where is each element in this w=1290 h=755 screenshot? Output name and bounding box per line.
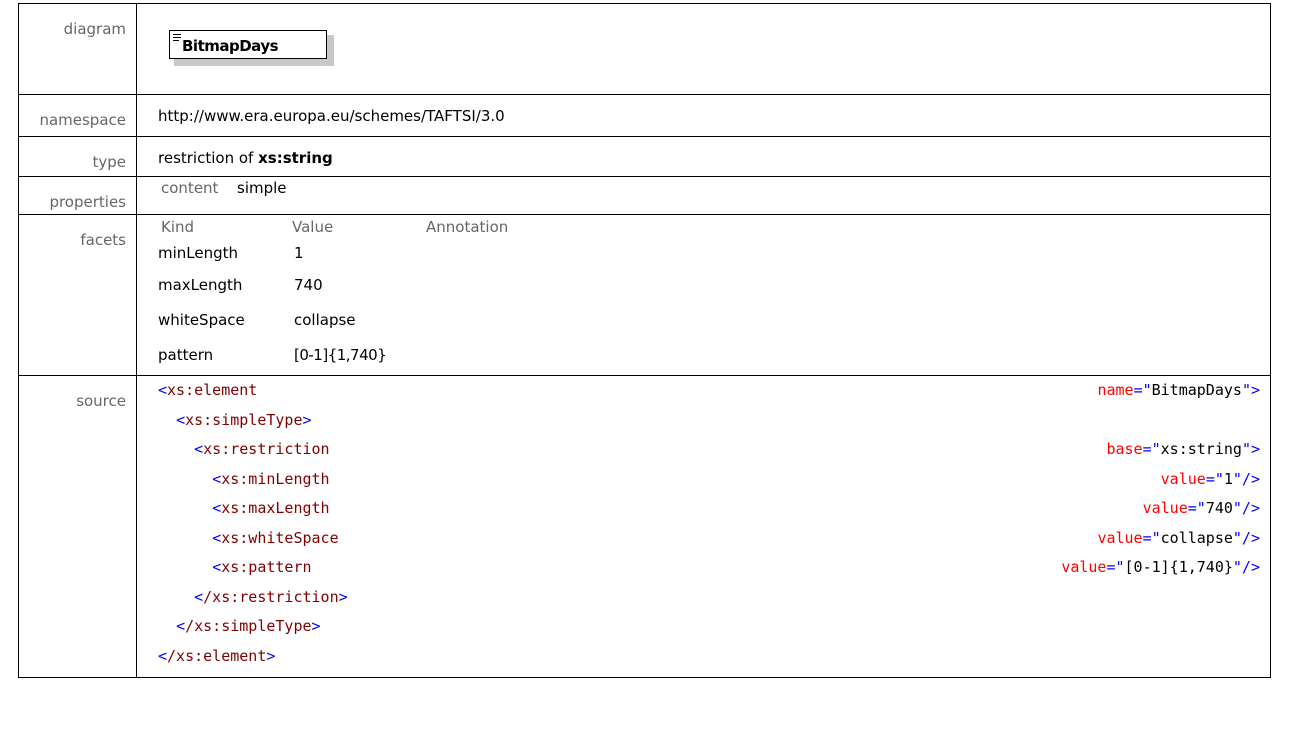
source-tag: <xs:whiteSpace — [212, 528, 339, 547]
source-line: <xs:simpleType> — [158, 406, 1270, 436]
property-key: content — [161, 179, 219, 197]
element-diagram[interactable]: BitmapDays — [169, 30, 339, 66]
source-line: </xs:element> — [158, 642, 1270, 672]
properties-label: properties — [18, 176, 137, 215]
facet-value: [0-1]{1,740} — [294, 346, 387, 364]
diagram-row: diagram BitmapDays — [18, 3, 1271, 95]
facets-cell: Kind Value Annotation minLength 1 maxLen… — [136, 214, 1271, 376]
source-line: <xs:pattern value="[0-1]{1,740}"/> — [158, 553, 1270, 583]
facets-header: Kind Value Annotation — [158, 215, 1270, 238]
element-lines-icon — [173, 34, 181, 43]
source-attribute: value="collapse"/> — [1097, 528, 1260, 547]
facet-value: 1 — [294, 244, 304, 262]
element-name: BitmapDays — [182, 37, 279, 55]
type-row: type restriction of xs:string — [18, 136, 1271, 177]
source-tag: <xs:restriction — [194, 440, 330, 458]
type-prefix: restriction of — [158, 149, 254, 167]
source-line: <xs:element name="BitmapDays"> — [158, 376, 1270, 406]
source-line: </xs:restriction> — [158, 583, 1270, 613]
schema-doc-table: diagram BitmapDays namespace http://www.… — [18, 3, 1271, 678]
source-tag: <xs:maxLength — [212, 499, 330, 517]
source-attribute: name="BitmapDays"> — [1097, 381, 1260, 399]
properties-cell: content simple — [136, 176, 1271, 215]
source-attribute: value="740"/> — [1142, 499, 1260, 517]
source-line: </xs:simpleType> — [158, 612, 1270, 642]
source-label: source — [18, 375, 137, 678]
facets-header-kind: Kind — [161, 218, 195, 236]
source-tag: </xs:simpleType> — [176, 617, 321, 635]
source-tag: <xs:simpleType> — [176, 410, 312, 429]
source-attribute: value="[0-1]{1,740}"/> — [1061, 558, 1260, 576]
source-row: source <xs:element name="BitmapDays"> <xs… — [18, 375, 1271, 678]
facet-value: collapse — [294, 311, 356, 329]
facets-label: facets — [18, 214, 137, 376]
namespace-row: namespace http://www.era.europa.eu/schem… — [18, 94, 1271, 137]
source-attribute: base="xs:string"> — [1106, 440, 1260, 458]
type-value: restriction of xs:string — [136, 136, 1271, 177]
type-base[interactable]: xs:string — [258, 149, 333, 167]
facets-header-annotation: Annotation — [426, 218, 509, 236]
facets-row: facets Kind Value Annotation minLength 1… — [18, 214, 1271, 376]
diagram-cell: BitmapDays — [136, 3, 1271, 95]
source-line: <xs:whiteSpace value="collapse"/> — [158, 524, 1270, 554]
source-tag: <xs:element — [158, 381, 258, 399]
diagram-label: diagram — [18, 3, 137, 95]
facet-row: minLength 1 — [158, 238, 1270, 270]
facet-row: whiteSpace collapse — [158, 305, 1270, 340]
type-label: type — [18, 136, 137, 177]
source-tag: </xs:element> — [158, 646, 276, 665]
facet-value: 740 — [294, 276, 323, 294]
namespace-label: namespace — [18, 94, 137, 137]
source-attribute: value="1"/> — [1160, 469, 1260, 488]
facet-kind: whiteSpace — [158, 311, 245, 329]
facet-kind: maxLength — [158, 276, 243, 294]
facet-kind: minLength — [158, 244, 239, 262]
source-lines: <xs:element name="BitmapDays"> <xs:simple… — [158, 376, 1270, 671]
source-tag: <xs:minLength — [212, 469, 330, 488]
source-code: <xs:element name="BitmapDays"> <xs:simple… — [136, 375, 1271, 678]
source-line: <xs:maxLength value="740"/> — [158, 494, 1270, 524]
source-tag: <xs:pattern — [212, 558, 312, 576]
facets-header-value: Value — [292, 218, 334, 236]
namespace-value: http://www.era.europa.eu/schemes/TAFTSI/… — [136, 94, 1271, 137]
source-tag: </xs:restriction> — [194, 587, 348, 606]
source-line: <xs:minLength value="1"/> — [158, 465, 1270, 495]
facet-kind: pattern — [158, 346, 214, 364]
property-value: simple — [237, 179, 287, 197]
properties-row: properties content simple — [18, 176, 1271, 215]
element-box: BitmapDays — [169, 30, 327, 59]
source-line: <xs:restriction base="xs:string"> — [158, 435, 1270, 465]
facet-row: maxLength 740 — [158, 270, 1270, 305]
facet-row: pattern [0-1]{1,740} — [158, 340, 1270, 375]
